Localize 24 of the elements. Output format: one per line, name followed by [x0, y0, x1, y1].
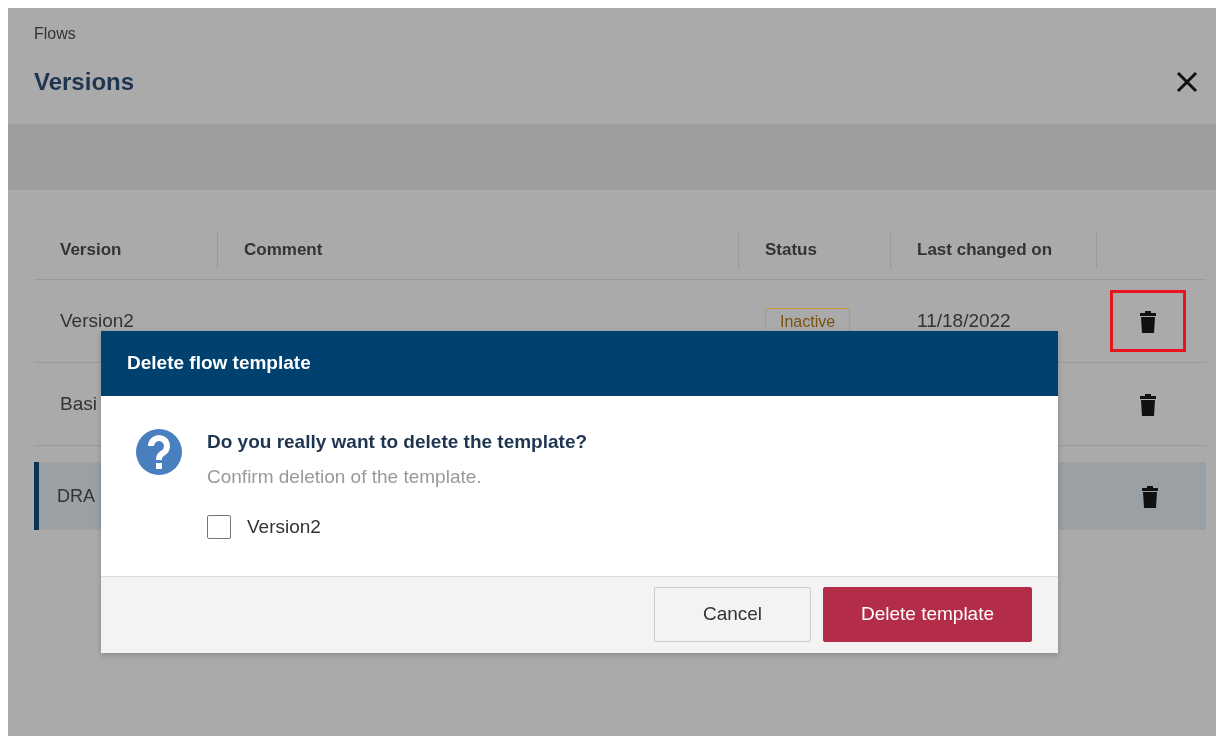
table-cell: Version2	[60, 309, 134, 331]
checkbox-label: Version2	[247, 515, 321, 539]
question-icon	[135, 428, 183, 476]
delete-button[interactable]: Delete template	[823, 587, 1032, 642]
close-button[interactable]	[1176, 69, 1198, 93]
column-header: Version	[60, 238, 122, 261]
breadcrumb-text: Flows	[34, 24, 77, 44]
column-header: Last changed on	[917, 238, 1053, 261]
cancel-button[interactable]: Cancel	[654, 587, 811, 642]
date-cell: 11/18/2022	[917, 309, 1011, 331]
page-title: Versions	[34, 67, 135, 97]
dialog-title: Delete flow template	[101, 331, 1058, 396]
table-cell: Basi	[60, 392, 97, 414]
dialog-hint: Confirm deletion of the template.	[207, 464, 483, 489]
delete-button[interactable]	[1112, 292, 1183, 350]
trash-icon	[1141, 485, 1159, 508]
column-header: Status	[765, 238, 817, 261]
close-icon	[1176, 70, 1198, 93]
column-header: Comment	[244, 238, 323, 261]
table-cell: DRA	[57, 485, 95, 506]
dialog-question: Do you really want to delete the template?	[207, 430, 588, 454]
trash-icon	[1138, 393, 1157, 416]
checkbox[interactable]	[207, 515, 231, 540]
trash-icon	[1138, 310, 1157, 333]
